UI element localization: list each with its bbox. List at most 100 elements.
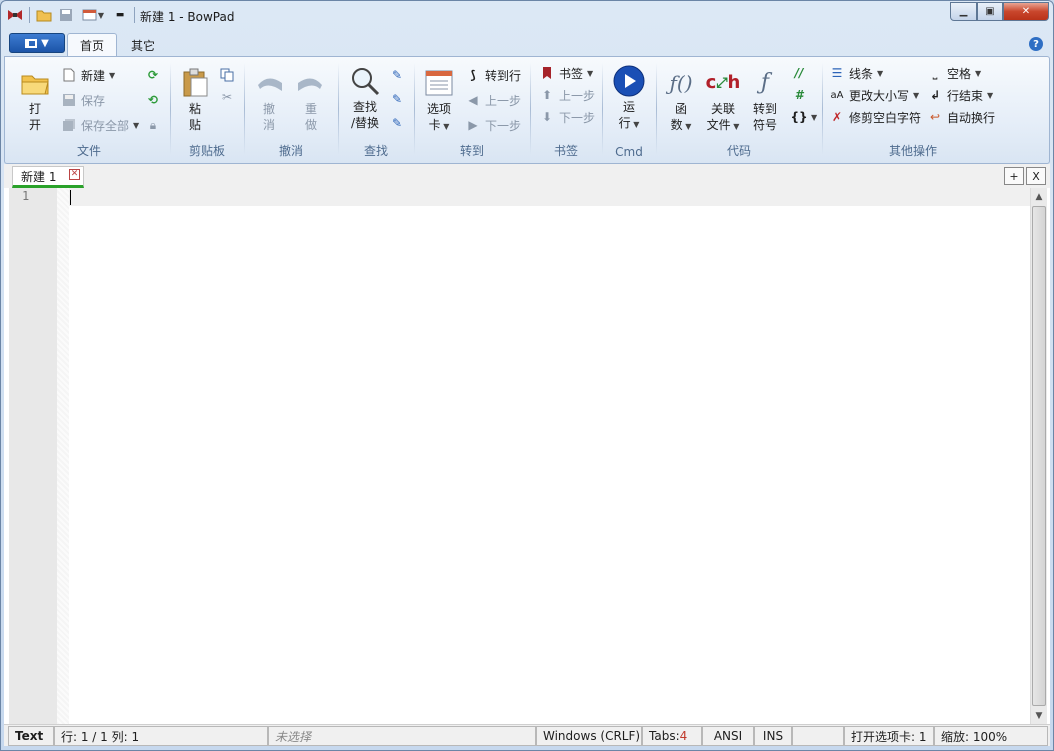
customize-qat-icon[interactable]: ▬ — [112, 7, 128, 23]
uncomment-button[interactable]: # — [791, 85, 807, 105]
tabs-status[interactable]: Tabs: 4 — [642, 726, 702, 746]
window-title: 新建 1 - BowPad — [140, 10, 235, 24]
ribbon-panel: 打 开 新建 ▼ 保存 保存全部 ▼ ⟳ ⟲ 🔒︎ 文件 粘 贴 ✂ 剪贴板 撤… — [4, 56, 1050, 164]
run-button[interactable]: 运 行 ▼ — [611, 65, 647, 133]
tab-home[interactable]: 首页 — [67, 33, 118, 57]
play-icon — [613, 65, 645, 97]
trim-whitespace-button[interactable]: ✗ 修剪空白字符 — [829, 107, 921, 127]
functions-button[interactable]: ƒ() 函 数 ▼ — [661, 67, 701, 135]
close-button[interactable]: ✕ — [1003, 2, 1049, 21]
paste-icon — [179, 67, 211, 99]
magnifier-icon — [349, 65, 381, 97]
find-next-button[interactable]: ✎ — [389, 65, 405, 85]
bookmark-prev-button[interactable]: ⬆︎ 上一步 — [539, 85, 595, 105]
goto-line-icon: ⟆ — [470, 68, 476, 82]
group-cmd: 运 行 ▼ Cmd — [603, 61, 655, 161]
selection-status: 未选择 — [268, 726, 536, 746]
maximize-button[interactable]: ▣ — [977, 2, 1003, 21]
lines-button[interactable]: ☰ 线条 ▼ — [829, 63, 884, 83]
copy-button[interactable] — [219, 65, 235, 85]
save-icon — [61, 92, 77, 108]
status-bar: Text 行: 1 / 1 列: 1 未选择 Windows (CRLF) Ta… — [4, 724, 1050, 746]
lock-button[interactable]: 🔒︎ — [145, 115, 161, 135]
fold-margin[interactable] — [57, 188, 69, 724]
spaces-button[interactable]: ⎵ 空格 ▼ — [927, 63, 982, 83]
minimize-button[interactable]: ▁ — [950, 2, 977, 21]
tab-other[interactable]: 其它 — [119, 33, 167, 57]
group-bookmarks-label: 书签 — [553, 144, 578, 158]
scroll-up-arrow-icon[interactable]: ▲ — [1031, 188, 1047, 205]
save-button[interactable]: 保存 — [61, 90, 105, 110]
redo-icon — [295, 67, 327, 99]
new-tab-button[interactable]: + — [1004, 167, 1024, 185]
brace-button[interactable]: {} ▼ — [790, 107, 817, 127]
close-tab-icon[interactable]: ✕ — [69, 169, 80, 180]
application-menu-button[interactable]: ▼ — [9, 33, 65, 53]
zoom-status[interactable]: 缩放: 100% — [934, 726, 1048, 746]
help-icon[interactable]: ? — [1029, 37, 1043, 51]
bowpad-logo-icon[interactable] — [7, 7, 23, 23]
group-undo: 撤 消 重 做 撤消 — [245, 61, 337, 161]
title-bar: ▼ ▬ 新建 1 - BowPad ▁ ▣ ✕ — [1, 1, 1053, 31]
undo-button[interactable]: 撤 消 — [251, 67, 287, 133]
related-files-button[interactable]: c ⤢ h 关联 文件 ▼ — [703, 67, 743, 135]
open-button[interactable]: 打 开 — [17, 67, 53, 133]
line-number: 1 — [22, 189, 30, 203]
comment-slash-icon: // — [794, 66, 804, 80]
lexer-status[interactable]: Text — [8, 726, 54, 746]
revert-icon: ⟲ — [147, 93, 159, 107]
open-folder-icon[interactable] — [36, 7, 52, 23]
find-replace-button[interactable]: 查找 /替换 — [345, 65, 385, 131]
redo-button[interactable]: 重 做 — [293, 67, 329, 133]
encoding-status[interactable]: ANSI — [702, 726, 754, 746]
save-all-icon — [61, 117, 77, 133]
goto-next-button[interactable]: ▶︎ 下一步 — [465, 115, 521, 135]
change-case-button[interactable]: aA 更改大小写 ▼ — [829, 85, 920, 105]
copy-icon — [219, 67, 235, 83]
bookmarks-button[interactable]: 书签 ▼ — [539, 63, 593, 83]
save-all-button[interactable]: 保存全部 ▼ — [61, 115, 139, 135]
tab-list-icon — [423, 67, 455, 99]
scroll-thumb[interactable] — [1032, 206, 1046, 706]
find-next-icon: ✎ — [391, 68, 403, 82]
auto-wrap-button[interactable]: ↩ 自动换行 — [927, 107, 995, 127]
view-menu-icon[interactable]: ▼ — [80, 7, 106, 23]
open-tabs-status: 打开选项卡: 1 — [844, 726, 934, 746]
vertical-scrollbar[interactable]: ▲ ▼ — [1030, 188, 1047, 724]
find-selected-button[interactable]: ✎ — [389, 113, 405, 133]
group-clipboard: 粘 贴 ✂ 剪贴板 — [171, 61, 243, 161]
text-caret — [70, 190, 71, 205]
cursor-position-status[interactable]: 行: 1 / 1 列: 1 — [54, 726, 268, 746]
current-line-highlight — [69, 188, 1031, 206]
hash-icon: # — [794, 88, 804, 102]
bookmark-icon — [539, 65, 555, 81]
goto-symbol-button[interactable]: ƒ 转到 符号 — [747, 67, 783, 133]
paste-button[interactable]: 粘 贴 — [177, 67, 213, 133]
line-ending-button[interactable]: ↲ 行结束 ▼ — [927, 85, 993, 105]
revert-button[interactable]: ⟲ — [145, 90, 161, 110]
reload-button[interactable]: ⟳ — [145, 65, 161, 85]
insert-mode-status[interactable]: INS — [754, 726, 792, 746]
goto-prev-button[interactable]: ◀︎ 上一步 — [465, 90, 521, 110]
goto-line-button[interactable]: ⟆ 转到行 — [465, 65, 521, 85]
save-icon[interactable] — [58, 7, 74, 23]
back-icon: ◀︎ — [468, 93, 478, 107]
document-tab[interactable]: 新建 1 ✕ — [12, 166, 84, 188]
tabs-value: 4 — [679, 729, 688, 743]
comment-button[interactable]: // — [791, 63, 807, 83]
eol-status[interactable]: Windows (CRLF) — [536, 726, 642, 746]
function-icon: ƒ() — [669, 71, 693, 95]
line-number-gutter — [9, 188, 57, 724]
group-find-label: 查找 — [363, 144, 388, 158]
find-prev-button[interactable]: ✎ — [389, 89, 405, 109]
new-button[interactable]: 新建 ▼ — [61, 65, 115, 85]
bookmark-next-button[interactable]: ⬇︎ 下一步 — [539, 107, 595, 127]
group-goto: 选项 卡 ▼ ⟆ 转到行 ◀︎ 上一步 ▶︎ 下一步 转到 — [415, 61, 529, 161]
editor-area[interactable]: 1 ▲ ▼ — [4, 188, 1050, 724]
trim-icon: ✗ — [831, 110, 843, 124]
cut-button[interactable]: ✂ — [219, 87, 235, 107]
tabs-list-button[interactable]: 选项 卡 ▼ — [421, 67, 457, 135]
scroll-down-arrow-icon[interactable]: ▼ — [1031, 707, 1047, 724]
group-file: 打 开 新建 ▼ 保存 保存全部 ▼ ⟳ ⟲ 🔒︎ 文件 — [9, 61, 169, 161]
close-all-tabs-button[interactable]: X — [1026, 167, 1046, 185]
